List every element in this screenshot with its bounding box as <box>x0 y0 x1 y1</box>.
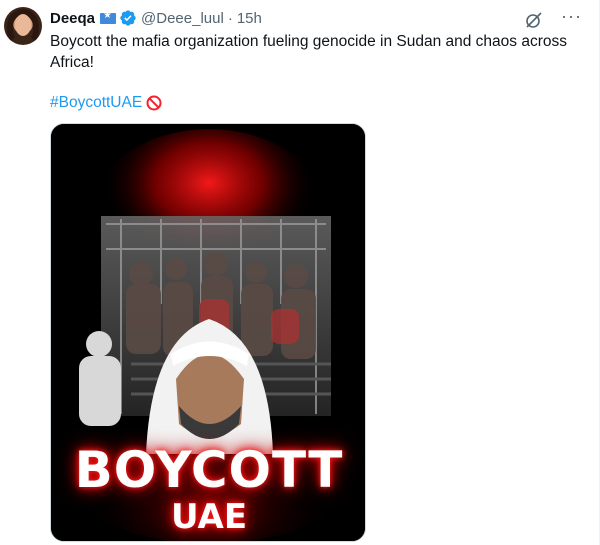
hashtag-line: #BoycottUAE <box>50 92 162 113</box>
poster-boycott-text: BOYCOTT <box>74 441 344 499</box>
tweet-media-image[interactable]: BOYCOTT UAE <box>50 123 366 542</box>
somalia-flag-icon <box>100 10 117 24</box>
avatar[interactable] <box>4 7 42 45</box>
handle[interactable]: @Deee_luul <box>141 10 224 27</box>
tweet-text: Boycott the mafia organization fueling g… <box>50 33 568 71</box>
more-options-icon[interactable]: ··· <box>561 7 581 29</box>
timestamp[interactable]: 15h <box>237 10 262 27</box>
grok-icon[interactable] <box>524 10 544 30</box>
tweet[interactable]: Deeqa @Deee_luul · 15h ··· Boycott the m… <box>0 0 600 545</box>
hashtag-link[interactable]: #BoycottUAE <box>50 92 142 113</box>
no-entry-emoji-icon <box>146 95 162 110</box>
separator-dot: · <box>227 9 233 27</box>
tweet-header: Deeqa @Deee_luul · 15h <box>50 8 262 28</box>
verified-badge-icon[interactable] <box>119 9 137 27</box>
poster-uae-text: UAE <box>170 497 248 537</box>
display-name[interactable]: Deeqa <box>50 10 95 27</box>
